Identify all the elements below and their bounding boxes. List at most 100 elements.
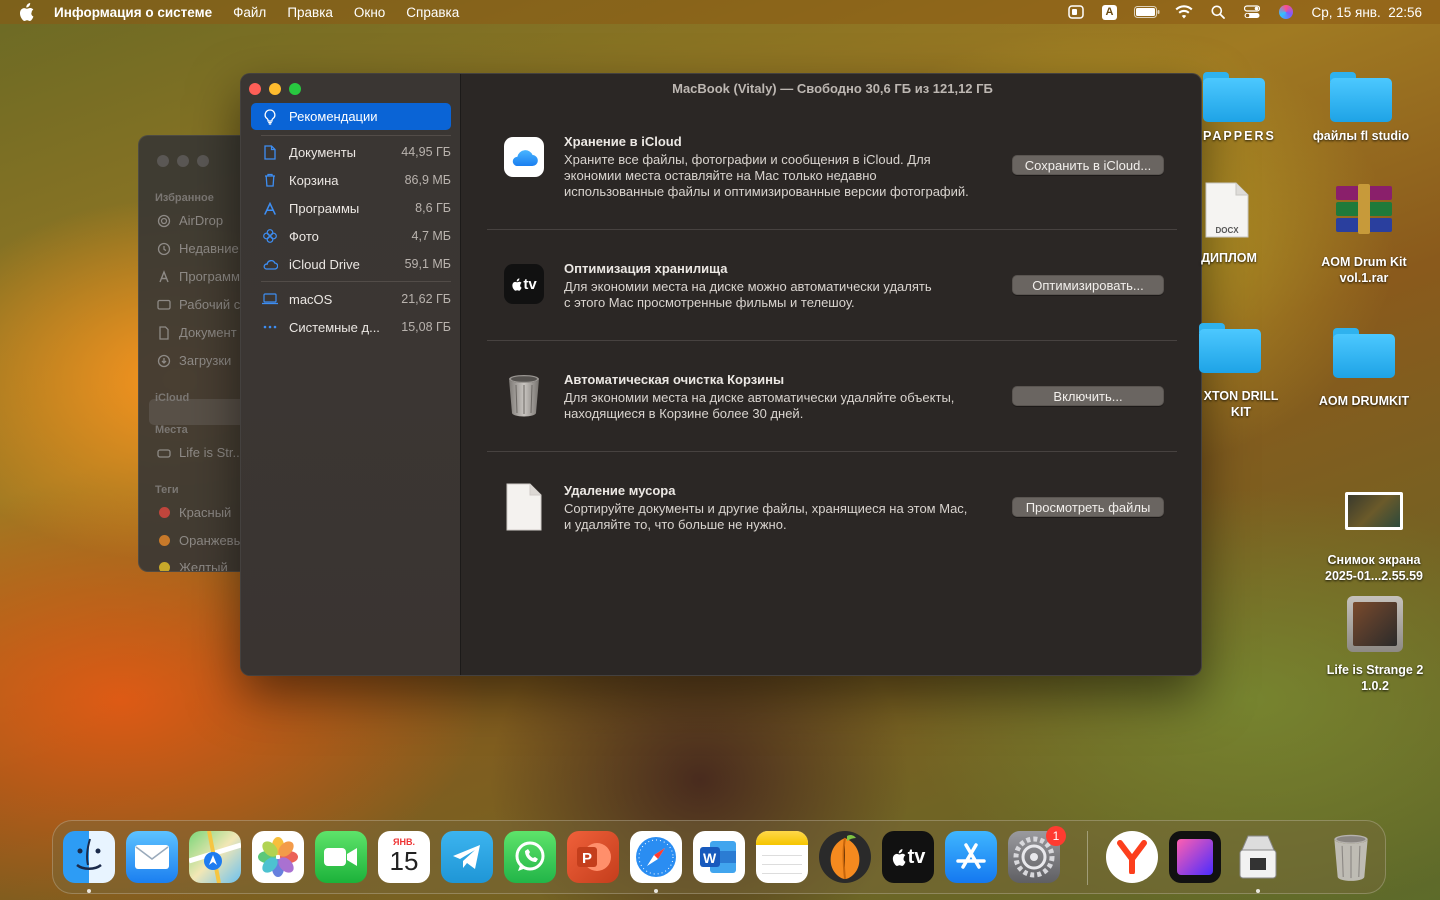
desktop-icon-pappers[interactable]: PAPPERS — [1203, 72, 1287, 144]
stage-manager-icon[interactable] — [1066, 4, 1086, 20]
dock-tv[interactable]: tv — [882, 831, 934, 883]
tv-label: tv — [907, 845, 926, 868]
dock-notes[interactable] — [756, 831, 808, 883]
desktop-icon-diploma[interactable]: DOCX ДИПЛОМ — [1199, 182, 1259, 266]
dock-calendar[interactable]: ЯНВ. 15 — [378, 831, 430, 883]
tv-label: tv — [523, 275, 537, 293]
sidebar-item-system-data[interactable]: Системные д... 15,08 ГБ — [261, 317, 451, 337]
sidebar-item-photos[interactable]: Фото 4,7 МБ — [261, 226, 451, 246]
dock-whatsapp[interactable] — [504, 831, 556, 883]
spotlight-search-icon[interactable] — [1208, 4, 1228, 20]
finder-item-label: AirDrop — [179, 213, 224, 228]
desktop-icon-fl-studio-files[interactable]: файлы fl studio — [1300, 72, 1422, 144]
menu-clock[interactable]: Ср, 15 янв. 22:56 — [1312, 5, 1423, 20]
battery-icon[interactable] — [1133, 4, 1160, 20]
finder-tag-orange[interactable]: Оранжевы — [157, 533, 243, 548]
menu-file[interactable]: Файл — [233, 5, 266, 20]
tag-dot-icon — [158, 507, 170, 518]
dock-powerpoint[interactable]: P — [567, 831, 619, 883]
finder-item-label: Программы — [179, 269, 248, 284]
dock-mail[interactable] — [126, 831, 178, 883]
sidebar-item-trash[interactable]: Корзина 86,9 МБ — [261, 170, 451, 190]
dock-facetime[interactable] — [315, 831, 367, 883]
finder-item-documents[interactable]: Документ — [157, 325, 237, 340]
apple-menu-icon[interactable] — [18, 0, 38, 24]
laptop-icon — [261, 293, 279, 305]
finder-item-recents[interactable]: Недавние — [157, 241, 239, 256]
dock-gta-vice-city[interactable] — [1169, 831, 1221, 883]
finder-item-label: Недавние — [179, 241, 239, 256]
menu-window[interactable]: Окно — [354, 5, 385, 20]
finder-section-places: Места — [155, 424, 188, 436]
mail-icon — [135, 845, 169, 869]
sidebar-item-icloud-drive[interactable]: iCloud Drive 59,1 МБ — [261, 254, 451, 274]
desktop-icon-aom-drum-kit-rar[interactable]: AOM Drum Kit vol.1.rar — [1310, 184, 1418, 286]
description-line: Сортируйте документы и другие файлы, хра… — [564, 501, 968, 516]
menu-app-name[interactable]: Информация о системе — [54, 5, 212, 20]
minimize-button[interactable] — [269, 83, 281, 95]
siri-icon[interactable] — [1276, 4, 1296, 20]
desktop-icon-aom-drumkit[interactable]: AOM DRUMKIT — [1312, 328, 1416, 409]
recommendation-description: Сортируйте документы и другие файлы, хра… — [564, 501, 996, 533]
input-source-icon[interactable]: A — [1100, 4, 1120, 20]
desktop-icon-life-is-strange[interactable]: Life is Strange 2 1.0.2 — [1316, 596, 1434, 694]
folder-icon — [1203, 72, 1265, 122]
sidebar-item-label: Фото — [289, 228, 319, 244]
folder-icon — [1199, 323, 1261, 373]
zoom-button[interactable] — [289, 83, 301, 95]
dock-photos[interactable] — [252, 831, 304, 883]
dock-maps[interactable] — [189, 831, 241, 883]
enable-auto-empty-button[interactable]: Включить... — [1012, 386, 1164, 406]
dock-word[interactable]: W — [693, 831, 745, 883]
optimize-button[interactable]: Оптимизировать... — [1012, 275, 1164, 295]
menu-help[interactable]: Справка — [406, 5, 459, 20]
dock-yandex-browser[interactable] — [1106, 831, 1158, 883]
finder-tag-yellow[interactable]: Желтый — [157, 560, 228, 571]
dock-finder[interactable] — [63, 831, 115, 883]
folder-icon — [1330, 72, 1392, 122]
calendar-day-label: 15 — [389, 846, 419, 876]
description-line: находящиеся в Корзине более 30 дней. — [564, 406, 804, 421]
review-files-button[interactable]: Просмотреть файлы — [1012, 497, 1164, 517]
wifi-icon[interactable] — [1174, 4, 1194, 20]
finder-item-disk[interactable]: Life is Str... — [157, 445, 243, 460]
dock-installer[interactable] — [1232, 831, 1284, 883]
dock-app-store[interactable] — [945, 831, 997, 883]
recommendation-description: Для экономии места на диске можно автома… — [564, 279, 996, 311]
sidebar-item-applications[interactable]: Программы 8,6 ГБ — [261, 198, 451, 218]
control-center-icon[interactable] — [1242, 4, 1262, 20]
desktop-icon-label: PAPPERS — [1203, 129, 1276, 143]
close-button[interactable] — [249, 83, 261, 95]
dock-trash[interactable] — [1325, 831, 1377, 883]
finder-window-background[interactable]: Избранное AirDrop Недавние Программы Раб… — [138, 135, 248, 572]
desktop-icon-screenshot[interactable]: Снимок экрана 2025-01...2.55.59 — [1310, 492, 1438, 584]
description-line: Для экономии места на диске можно автома… — [564, 279, 932, 294]
sidebar-item-documents[interactable]: Документы 44,95 ГБ — [261, 142, 451, 162]
sidebar-item-label: Системные д... — [289, 319, 380, 335]
finder-item-downloads[interactable]: Загрузки — [157, 353, 231, 368]
row-divider — [487, 229, 1177, 230]
recommendation-title: Хранение в iCloud — [564, 134, 682, 149]
recommendation-description: Для экономии места на диске автоматическ… — [564, 390, 996, 422]
running-indicator — [87, 889, 91, 893]
dock-safari[interactable] — [630, 831, 682, 883]
dock-telegram[interactable] — [441, 831, 493, 883]
menu-edit[interactable]: Правка — [287, 5, 333, 20]
finder-window-controls[interactable] — [157, 155, 209, 167]
running-indicator — [654, 889, 658, 893]
desktop-icon-label: AOM Drum Kit vol.1.rar — [1321, 255, 1407, 285]
sidebar-item-macos[interactable]: macOS 21,62 ГБ — [261, 289, 451, 309]
dock-fl-studio[interactable] — [819, 831, 871, 883]
sidebar-item-recommendations[interactable]: Рекомендации — [251, 103, 451, 130]
finder-tag-red[interactable]: Красный — [157, 505, 231, 520]
desktop-icon-xton-drill-kit[interactable]: XTON DRILL KIT — [1199, 323, 1283, 420]
lightbulb-icon — [262, 108, 278, 125]
finder-item-desktop[interactable]: Рабочий с — [157, 297, 240, 312]
document-icon — [503, 483, 545, 531]
finder-item-applications[interactable]: Программы — [157, 269, 248, 284]
tag-dot-icon — [158, 562, 170, 571]
desktop-icon-label: файлы fl studio — [1312, 129, 1410, 143]
finder-item-airdrop[interactable]: AirDrop — [157, 213, 223, 228]
store-in-icloud-button[interactable]: Сохранить в iCloud... — [1012, 155, 1164, 175]
photos-icon — [261, 229, 279, 243]
